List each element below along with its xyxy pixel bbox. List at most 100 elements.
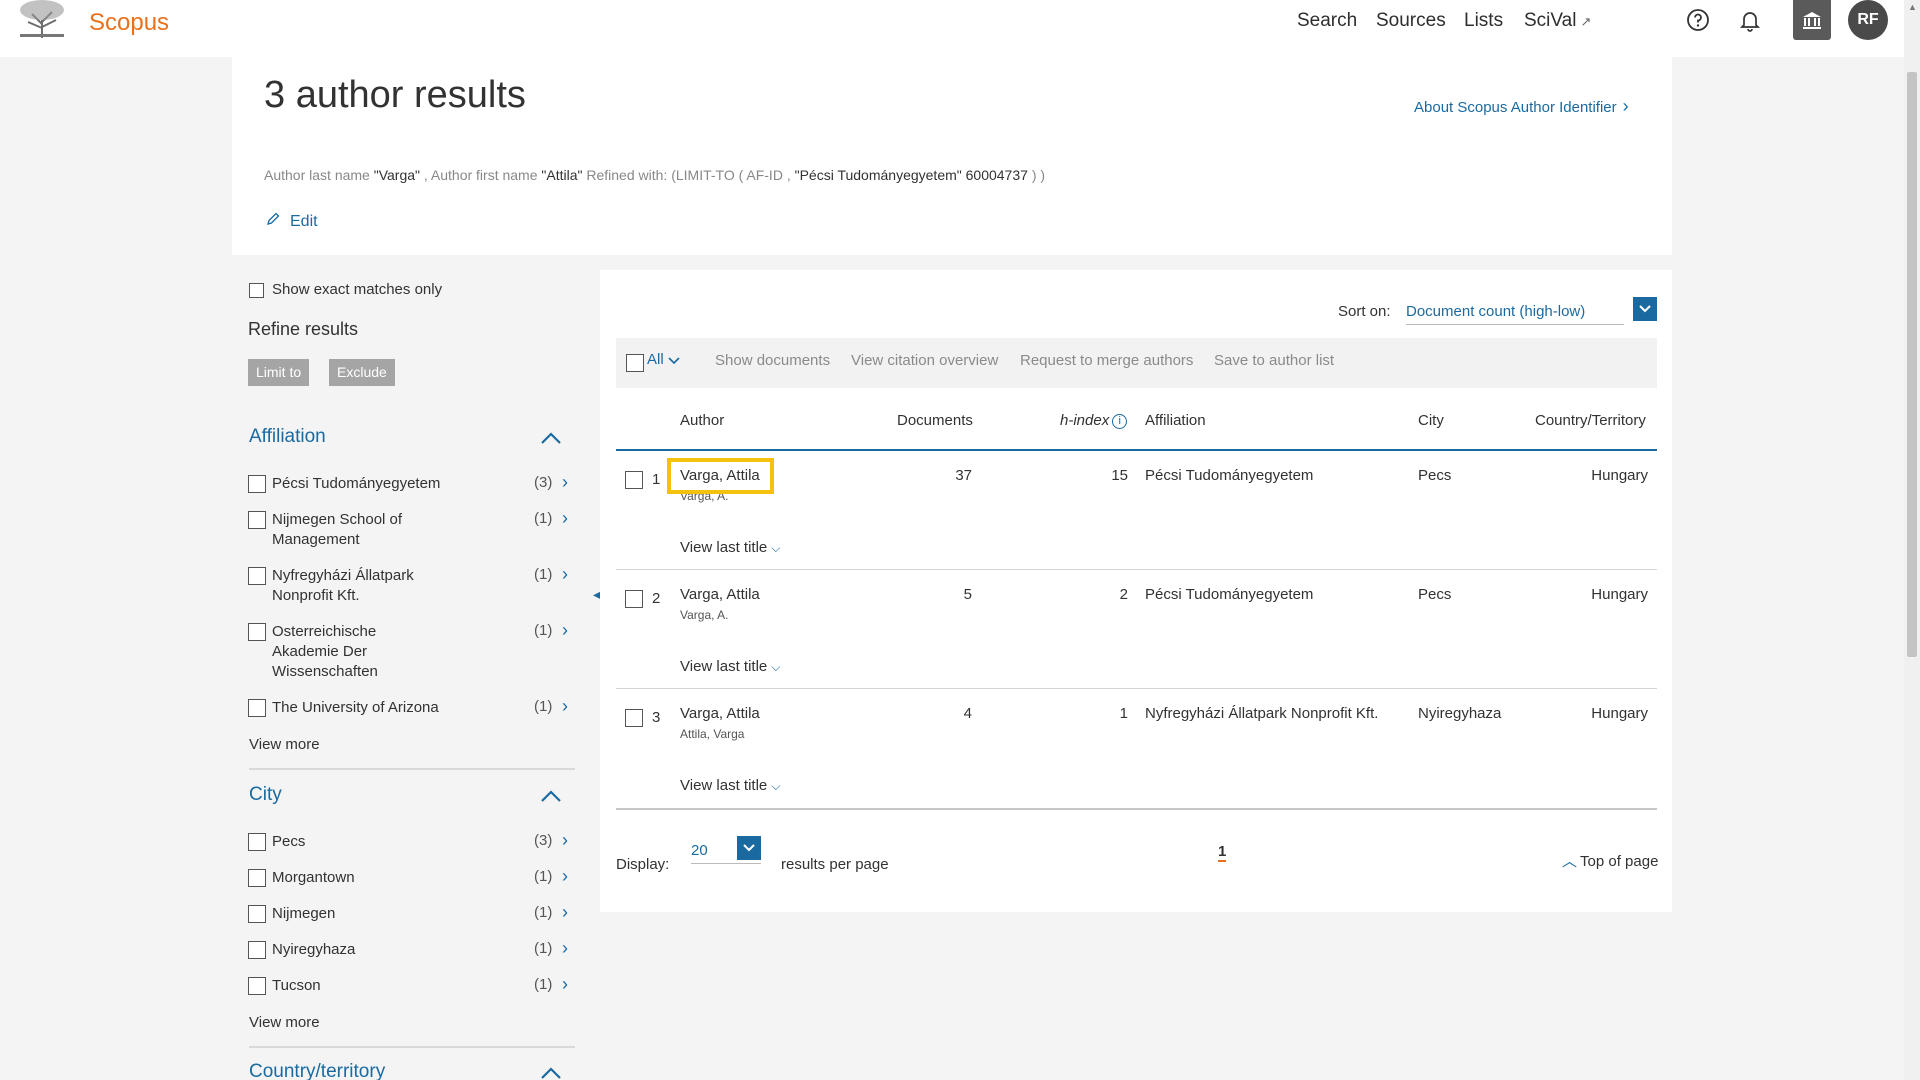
- country-facet-title[interactable]: Country/territory: [249, 1061, 385, 1080]
- column-header-hindex: h-index i: [1060, 412, 1128, 429]
- city-value: Pecs: [1418, 586, 1452, 603]
- page-title: 3 author results: [264, 74, 526, 116]
- request-merge-button[interactable]: Request to merge authors: [1020, 352, 1193, 369]
- facet-checkbox[interactable]: [248, 977, 266, 995]
- facet-label: The University of Arizona: [272, 699, 439, 716]
- query-sep: ,: [423, 167, 428, 183]
- chevron-up-icon[interactable]: [540, 789, 562, 803]
- city-facet-title[interactable]: City: [249, 784, 282, 806]
- row-divider: [616, 688, 1657, 689]
- affiliation-facet-title[interactable]: Affiliation: [249, 426, 326, 448]
- exclude-button[interactable]: Exclude: [329, 359, 395, 386]
- facet-checkbox[interactable]: [248, 941, 266, 959]
- nav-search[interactable]: Search: [1297, 10, 1357, 32]
- row-number: 1: [652, 471, 661, 488]
- nav-sources[interactable]: Sources: [1376, 10, 1446, 32]
- user-avatar[interactable]: RF: [1848, 0, 1888, 40]
- facet-checkbox[interactable]: [248, 699, 266, 717]
- elsevier-tree-logo[interactable]: [14, 0, 70, 38]
- facet-checkbox[interactable]: [248, 833, 266, 851]
- page-number-current[interactable]: 1: [1218, 843, 1227, 862]
- country-value: Hungary: [1591, 467, 1648, 484]
- chevron-down-icon: [743, 844, 755, 852]
- row-checkbox[interactable]: [625, 471, 643, 489]
- chevron-right-icon[interactable]: ›: [562, 472, 568, 493]
- view-last-title-toggle[interactable]: View last title ⌵: [680, 777, 780, 794]
- view-last-title-toggle[interactable]: View last title ⌵: [680, 539, 780, 556]
- row-checkbox[interactable]: [625, 590, 643, 608]
- chevron-right-icon[interactable]: ›: [562, 696, 568, 717]
- sort-dropdown-button[interactable]: [1633, 297, 1657, 321]
- sort-select[interactable]: Document count (high-low): [1406, 303, 1624, 325]
- facet-checkbox[interactable]: [248, 905, 266, 923]
- facet-count: (1): [534, 904, 553, 921]
- chevron-right-icon[interactable]: ›: [562, 902, 568, 923]
- row-checkbox[interactable]: [625, 709, 643, 727]
- affiliation-view-more-link[interactable]: View more: [249, 736, 320, 753]
- city-view-more-link[interactable]: View more: [249, 1014, 320, 1031]
- exact-matches-toggle[interactable]: Show exact matches only: [249, 281, 442, 298]
- nav-lists[interactable]: Lists: [1464, 10, 1503, 32]
- facet-checkbox[interactable]: [248, 623, 266, 641]
- chevron-right-icon[interactable]: ›: [562, 974, 568, 995]
- facet-count: (1): [534, 868, 553, 885]
- chevron-right-icon[interactable]: ›: [562, 830, 568, 851]
- view-citation-overview-button[interactable]: View citation overview: [851, 352, 998, 369]
- chevron-down-icon[interactable]: [668, 355, 680, 365]
- select-all-label[interactable]: All: [647, 351, 664, 368]
- author-variant: Attila, Varga: [680, 727, 745, 741]
- firstname-value: "Attila": [541, 167, 583, 183]
- facet-label: Osterreichische Akademie Der Wissenschaf…: [272, 623, 378, 680]
- facet-count: (1): [534, 976, 553, 993]
- facet-checkbox[interactable]: [248, 567, 266, 585]
- facet-count: (3): [534, 832, 553, 849]
- view-last-title-toggle[interactable]: View last title ⌵: [680, 658, 780, 675]
- facet-divider: [249, 768, 575, 770]
- author-name-link[interactable]: Varga, Attila: [680, 705, 760, 722]
- about-author-identifier-link[interactable]: About Scopus Author Identifier ›: [1414, 96, 1629, 117]
- page-scrollbar[interactable]: ▲: [1904, 0, 1920, 1080]
- show-documents-button[interactable]: Show documents: [715, 352, 830, 369]
- facet-label: Morgantown: [272, 869, 355, 886]
- chevron-up-icon[interactable]: [540, 1066, 562, 1080]
- scrollbar-thumb[interactable]: [1907, 72, 1917, 657]
- chevron-right-icon[interactable]: ›: [562, 564, 568, 585]
- help-icon[interactable]: [1686, 8, 1710, 32]
- institution-button[interactable]: [1793, 0, 1831, 40]
- sort-label: Sort on:: [1338, 303, 1391, 320]
- per-page-dropdown-button[interactable]: [737, 836, 761, 860]
- chevron-right-icon[interactable]: ›: [562, 508, 568, 529]
- documents-count[interactable]: 5: [900, 586, 972, 603]
- info-icon[interactable]: i: [1112, 413, 1128, 429]
- row-number: 2: [652, 590, 661, 607]
- scroll-up-arrow-icon[interactable]: ▲: [1908, 2, 1917, 12]
- chevron-right-icon[interactable]: ›: [562, 620, 568, 641]
- top-of-page-link[interactable]: ︿ Top of page: [1562, 850, 1658, 871]
- facet-checkbox[interactable]: [248, 475, 266, 493]
- documents-count[interactable]: 4: [900, 705, 972, 722]
- chevron-right-icon[interactable]: ›: [562, 938, 568, 959]
- edit-search-button[interactable]: Edit: [266, 212, 318, 231]
- table-header-line: [616, 449, 1657, 451]
- display-label: Display:: [616, 856, 670, 873]
- column-header-city: City: [1418, 412, 1444, 429]
- facet-count: (1): [534, 566, 553, 583]
- exact-matches-checkbox[interactable]: [249, 282, 264, 298]
- save-to-author-list-button[interactable]: Save to author list: [1214, 352, 1334, 369]
- scopus-brand[interactable]: Scopus: [89, 9, 169, 37]
- facet-checkbox[interactable]: [248, 511, 266, 529]
- documents-count[interactable]: 37: [900, 467, 972, 484]
- facet-checkbox[interactable]: [248, 869, 266, 887]
- nav-scival[interactable]: SciVal ↗: [1524, 10, 1591, 32]
- select-all-checkbox[interactable]: [626, 354, 644, 372]
- limit-to-button[interactable]: Limit to: [248, 359, 310, 386]
- chevron-right-icon[interactable]: ›: [562, 866, 568, 887]
- bell-icon[interactable]: [1738, 8, 1762, 32]
- lastname-value: "Varga": [373, 167, 420, 183]
- affiliation-value: Pécsi Tudományegyetem: [1145, 467, 1314, 484]
- column-header-author: Author: [680, 412, 725, 429]
- chevron-down-icon: [1639, 305, 1651, 313]
- facet-count: (3): [534, 474, 553, 491]
- author-name-link[interactable]: Varga, Attila: [680, 586, 760, 603]
- chevron-up-icon[interactable]: [540, 431, 562, 445]
